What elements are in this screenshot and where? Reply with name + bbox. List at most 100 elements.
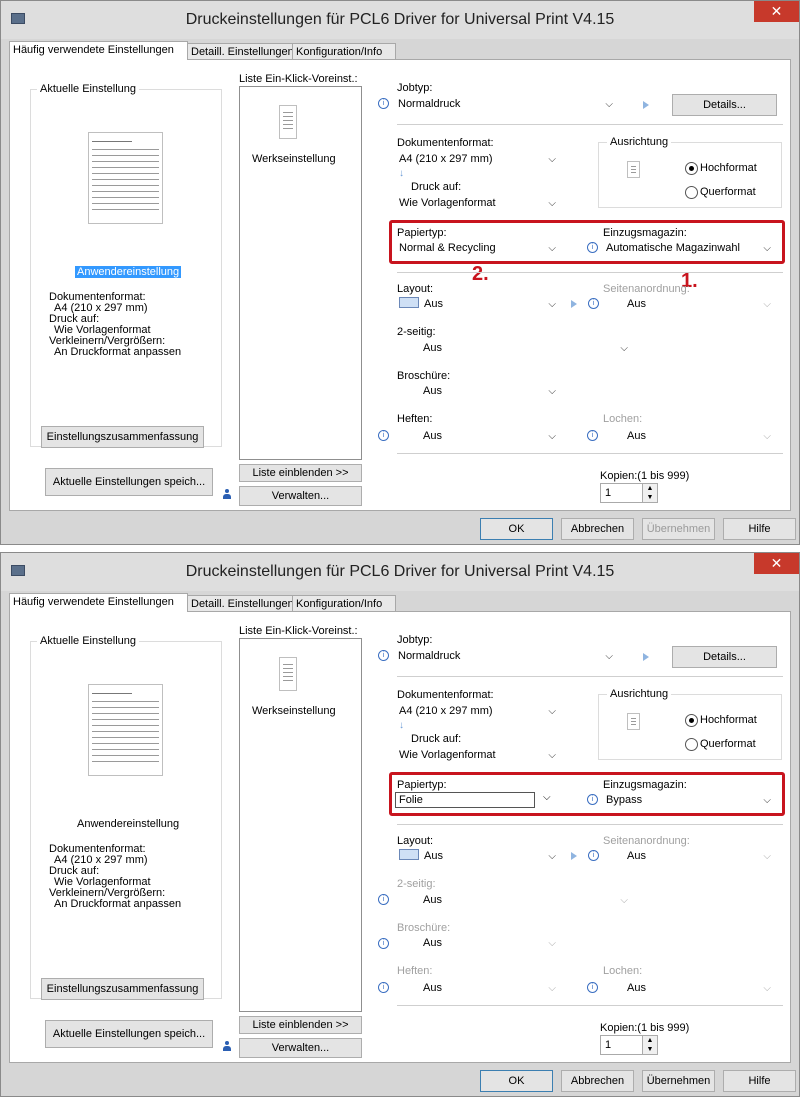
help-button[interactable]: Hilfe xyxy=(723,518,796,540)
copies-spinner[interactable]: 1 ▲ ▼ xyxy=(600,1035,658,1055)
duplex-select[interactable]: Aus ⌵ xyxy=(395,340,633,356)
punch-select[interactable]: Aus ⌵ xyxy=(602,428,776,444)
print-on-label: Druck auf: xyxy=(411,181,462,193)
separator xyxy=(397,824,783,825)
print-on-select[interactable]: Wie Vorlagenformat ⌵ xyxy=(395,747,561,763)
booklet-select[interactable]: Aus ⌵ xyxy=(395,383,561,399)
user-icon xyxy=(223,489,231,499)
show-list-button[interactable]: Liste einblenden >> xyxy=(239,464,362,482)
tab-configuration-info[interactable]: Konfiguration/Info xyxy=(292,43,396,60)
save-current-settings-button[interactable]: Aktuelle Einstellungen speich... xyxy=(45,1020,213,1048)
tab-common-settings[interactable]: Häufig verwendete Einstellungen xyxy=(9,593,188,612)
papertype-select[interactable]: Folie xyxy=(395,792,535,808)
arrow-right-icon xyxy=(643,653,649,661)
copies-value: 1 xyxy=(605,487,612,499)
apply-button[interactable]: Übernehmen xyxy=(642,1070,715,1092)
layout-select[interactable]: Aus ⌵ xyxy=(395,296,561,312)
portrait-page-icon xyxy=(627,713,640,730)
staple-select[interactable]: Aus ⌵ xyxy=(395,428,561,444)
oneclick-list-label: Liste Ein-Klick-Voreinst.: xyxy=(239,73,358,85)
summary-button[interactable]: Einstellungszusammenfassung xyxy=(41,978,204,1000)
info-icon: i xyxy=(378,650,389,661)
orientation-label: Ausrichtung xyxy=(607,136,672,148)
separator xyxy=(397,453,783,454)
save-current-settings-button[interactable]: Aktuelle Einstellungen speich... xyxy=(45,468,213,496)
layout-label: Layout: xyxy=(397,283,434,295)
info-icon: i xyxy=(378,98,389,109)
docformat-label: Dokumentenformat: xyxy=(397,137,494,149)
print-on-select[interactable]: Wie Vorlagenformat ⌵ xyxy=(395,195,561,211)
details-button[interactable]: Details... xyxy=(672,94,777,116)
preset-document-icon xyxy=(279,657,297,691)
layout-select[interactable]: Aus ⌵ xyxy=(395,848,561,864)
info-icon: i xyxy=(378,430,389,441)
oneclick-list[interactable]: Werkseinstellung xyxy=(239,86,362,460)
page-order-label: Seitenanordnung: xyxy=(603,283,690,295)
summary-line: An Druckformat anpassen xyxy=(54,346,182,358)
print-on-label: Druck auf: xyxy=(411,733,462,745)
tray-select[interactable]: Automatische Magazinwahl ⌵ xyxy=(602,240,776,256)
papertype-label: Papiertyp: xyxy=(397,227,447,239)
spin-down-icon[interactable]: ▼ xyxy=(642,493,657,502)
info-icon: i xyxy=(587,794,598,805)
title-bar: Druckeinstellungen für PCL6 Driver for U… xyxy=(1,1,799,39)
preset-document-icon xyxy=(279,105,297,139)
jobtype-select[interactable]: Normaldruck ⌵ xyxy=(394,648,618,664)
staple-select[interactable]: Aus ⌵ xyxy=(395,980,561,996)
docformat-select[interactable]: A4 (210 x 297 mm) ⌵ xyxy=(395,151,561,167)
tab-detail-settings[interactable]: Detaill. Einstellungen xyxy=(187,43,294,60)
tray-select[interactable]: Bypass ⌵ xyxy=(602,792,776,808)
settings-panel: Aktuelle Einstellung Anwendereinstellung… xyxy=(9,59,791,511)
ok-button[interactable]: OK xyxy=(480,518,553,540)
manage-button[interactable]: Verwalten... xyxy=(239,1038,362,1058)
jobtype-select[interactable]: Normaldruck ⌵ xyxy=(394,96,618,112)
preset-item-factory[interactable]: Werkseinstellung xyxy=(252,153,336,165)
cancel-button[interactable]: Abbrechen xyxy=(561,518,634,540)
info-icon: i xyxy=(378,982,389,993)
tray-label: Einzugsmagazin: xyxy=(603,779,687,791)
landscape-radio[interactable] xyxy=(685,738,698,751)
booklet-select[interactable]: Aus ⌵ xyxy=(395,935,561,951)
help-button[interactable]: Hilfe xyxy=(723,1070,796,1092)
portrait-label: Hochformat xyxy=(700,714,757,726)
punch-label: Lochen: xyxy=(603,413,643,425)
chevron-down-icon[interactable]: ⌵ xyxy=(543,792,551,803)
tray-label: Einzugsmagazin: xyxy=(603,227,687,239)
separator xyxy=(397,124,783,125)
layout-icon xyxy=(399,849,419,860)
summary-button[interactable]: Einstellungszusammenfassung xyxy=(41,426,204,448)
details-button[interactable]: Details... xyxy=(672,646,777,668)
ok-button[interactable]: OK xyxy=(480,1070,553,1092)
oneclick-list[interactable]: Werkseinstellung xyxy=(239,638,362,1012)
portrait-radio[interactable] xyxy=(685,714,698,727)
page-order-select[interactable]: Aus ⌵ xyxy=(602,848,776,864)
landscape-radio[interactable] xyxy=(685,186,698,199)
punch-select[interactable]: Aus ⌵ xyxy=(602,980,776,996)
cancel-button[interactable]: Abbrechen xyxy=(561,1070,634,1092)
current-setting-label: Aktuelle Einstellung xyxy=(37,635,140,647)
spin-down-icon[interactable]: ▼ xyxy=(642,1045,657,1054)
papertype-select[interactable]: Normal & Recycling ⌵ xyxy=(395,240,561,256)
portrait-radio[interactable] xyxy=(685,162,698,175)
apply-button[interactable]: Übernehmen xyxy=(642,518,715,540)
tab-common-settings[interactable]: Häufig verwendete Einstellungen xyxy=(9,41,188,60)
preset-item-factory[interactable]: Werkseinstellung xyxy=(252,705,336,717)
tab-configuration-info[interactable]: Konfiguration/Info xyxy=(292,595,396,612)
docformat-label: Dokumentenformat: xyxy=(397,689,494,701)
info-icon: i xyxy=(587,982,598,993)
docformat-select[interactable]: A4 (210 x 297 mm) ⌵ xyxy=(395,703,561,719)
spin-up-icon[interactable]: ▲ xyxy=(642,1036,657,1045)
show-list-button[interactable]: Liste einblenden >> xyxy=(239,1016,362,1034)
staple-label: Heften: xyxy=(397,413,433,425)
tab-detail-settings[interactable]: Detaill. Einstellungen xyxy=(187,595,294,612)
close-button[interactable]: ✕ xyxy=(754,1,799,22)
copies-spinner[interactable]: 1 ▲ ▼ xyxy=(600,483,658,503)
page-order-select[interactable]: Aus ⌵ xyxy=(602,296,776,312)
manage-button[interactable]: Verwalten... xyxy=(239,486,362,506)
duplex-select[interactable]: Aus ⌵ xyxy=(395,892,633,908)
close-button[interactable]: ✕ xyxy=(754,553,799,574)
separator xyxy=(397,272,783,273)
spin-up-icon[interactable]: ▲ xyxy=(642,484,657,493)
document-preview-icon xyxy=(88,132,163,224)
jobtype-label: Jobtyp: xyxy=(397,634,433,646)
